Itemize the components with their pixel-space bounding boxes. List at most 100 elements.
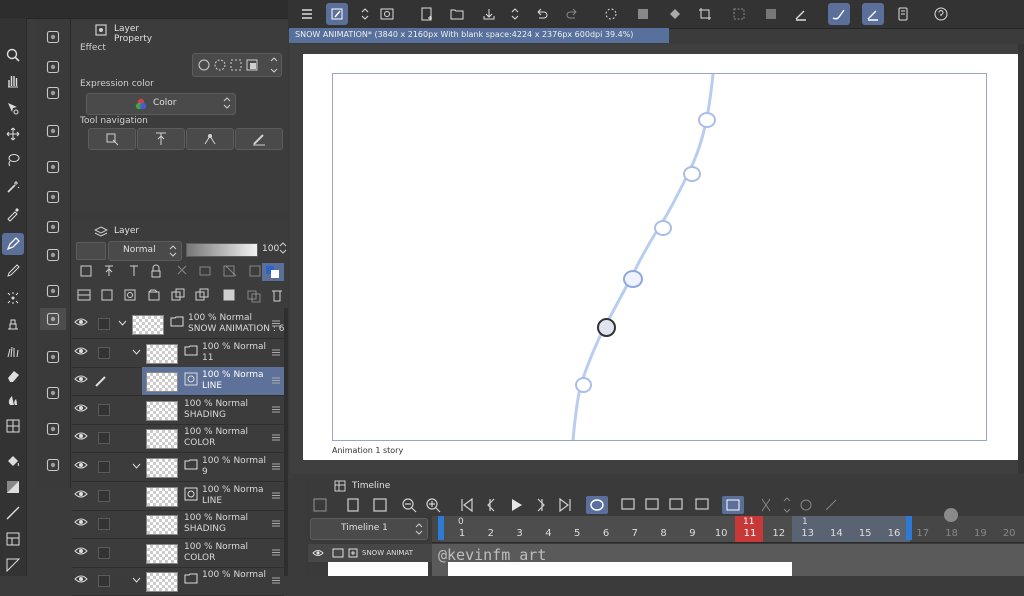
save-icon[interactable]: [478, 3, 500, 25]
frame-number[interactable]: 8: [654, 528, 674, 539]
layer-row[interactable]: 100 % Normal COLOR: [72, 424, 284, 454]
frame-number[interactable]: 19: [970, 528, 990, 539]
gradient-icon[interactable]: [2, 476, 24, 498]
tool-nav-pen-button[interactable]: [235, 128, 283, 150]
frame-number[interactable]: 2: [481, 528, 501, 539]
subtool-tab-4[interactable]: [40, 382, 66, 404]
track-expand-icon[interactable]: [348, 548, 358, 561]
frame-number[interactable]: 9: [682, 528, 702, 539]
grass-brush-icon[interactable]: [2, 340, 24, 362]
menu-icon[interactable]: [296, 3, 318, 25]
chevron-down-icon[interactable]: [118, 319, 127, 331]
frame-number[interactable]: 11: [740, 528, 760, 539]
layer-row[interactable]: 100 % Normal COLOR: [72, 539, 284, 568]
transform-icon[interactable]: [694, 3, 716, 25]
layer-tab[interactable]: Layer: [93, 224, 154, 240]
eye-icon[interactable]: [74, 516, 90, 530]
frame-number[interactable]: 7: [625, 528, 645, 539]
chevron-down-icon[interactable]: [132, 576, 141, 588]
ruler-frame-icon[interactable]: [2, 528, 24, 550]
drag-handle-icon[interactable]: [272, 434, 280, 444]
drag-handle-icon[interactable]: [272, 320, 280, 330]
subtool-icon-4[interactable]: [40, 120, 66, 142]
layer-lock-checkbox[interactable]: [98, 489, 110, 502]
effect-buttons[interactable]: [192, 53, 282, 77]
frame-number[interactable]: 12: [769, 528, 789, 539]
layer-lock-checkbox[interactable]: [98, 575, 110, 588]
opacity-slider[interactable]: [186, 243, 258, 257]
pencil-icon[interactable]: [2, 260, 24, 282]
frame-number[interactable]: 20: [999, 528, 1019, 539]
open-icon[interactable]: [446, 3, 468, 25]
brush-icon[interactable]: [828, 3, 850, 25]
frame-number[interactable]: 10: [711, 528, 731, 539]
layer-row-body[interactable]: 100 % Normal SNOW ANIMATION : 6: [114, 310, 285, 338]
drag-handle-icon[interactable]: [272, 463, 280, 473]
layer-lock-checkbox[interactable]: [98, 318, 110, 330]
fill-icon[interactable]: [664, 3, 686, 25]
tool-nav-object-button[interactable]: [88, 128, 136, 150]
zoom-icon[interactable]: [2, 44, 24, 66]
timeline-name-select[interactable]: Timeline 1: [310, 518, 428, 540]
updown-icon[interactable]: [354, 3, 376, 25]
selection2-icon[interactable]: [760, 3, 782, 25]
new-icon[interactable]: [416, 3, 438, 25]
vector-control-point[interactable]: [683, 166, 701, 182]
eye-icon[interactable]: [74, 488, 90, 502]
move-icon[interactable]: [2, 123, 24, 145]
layer-row[interactable]: 100 % Norma LINE: [72, 482, 284, 511]
erase-icon[interactable]: [632, 3, 654, 25]
eye-icon[interactable]: [312, 548, 324, 561]
drag-handle-icon[interactable]: [272, 349, 280, 359]
pen-icon[interactable]: [790, 3, 812, 25]
subtool-tab-6[interactable]: [40, 454, 66, 476]
drag-handle-icon[interactable]: [272, 520, 280, 530]
layer-lock-checkbox[interactable]: [98, 346, 110, 359]
redo-icon[interactable]: [562, 3, 584, 25]
frame-number[interactable]: 5: [567, 528, 587, 539]
subtool-icon-7[interactable]: [40, 216, 66, 238]
help-icon[interactable]: [930, 3, 952, 25]
eye-icon[interactable]: [74, 316, 90, 330]
lasso-icon[interactable]: [2, 149, 24, 171]
layer-row-body[interactable]: 100 % Normal COLOR: [142, 424, 284, 452]
eye-icon[interactable]: [74, 373, 90, 387]
eye-icon[interactable]: [376, 3, 398, 25]
undo-icon[interactable]: [530, 3, 552, 25]
timeline-tab[interactable]: Timeline: [334, 480, 394, 494]
expression-color-select[interactable]: Color: [86, 93, 236, 115]
device-icon[interactable]: [892, 3, 914, 25]
timeline-scroll-knob[interactable]: [944, 508, 958, 522]
vector-control-point[interactable]: [654, 220, 672, 236]
layer-row-body[interactable]: 100 % Normal SHADING: [142, 396, 284, 424]
loading-icon[interactable]: [600, 3, 622, 25]
vector-control-point[interactable]: [698, 112, 716, 128]
selection-icon[interactable]: [728, 3, 750, 25]
airbrush-icon[interactable]: [2, 287, 24, 309]
subtool-tab-pen[interactable]: [40, 280, 66, 302]
subtool-icon-1[interactable]: [40, 26, 66, 48]
drag-handle-icon[interactable]: [272, 492, 280, 502]
layer-row[interactable]: 100 % Normal SHADING: [72, 396, 284, 425]
frame-number[interactable]: 16: [884, 528, 904, 539]
frame-number[interactable]: 6: [596, 528, 616, 539]
canvas-scrollbar[interactable]: [1018, 44, 1024, 474]
layer-row-body[interactable]: 100 % Normal SHADING: [142, 510, 284, 538]
subtool-icon-6[interactable]: [40, 186, 66, 208]
layer-row[interactable]: 100 % Norma LINE: [72, 367, 284, 397]
frame-border-icon[interactable]: [2, 415, 24, 437]
drag-handle-icon[interactable]: [272, 406, 280, 416]
eye-icon[interactable]: [74, 573, 90, 587]
draw-icon[interactable]: [326, 3, 348, 25]
eyedropper-icon[interactable]: [2, 203, 24, 225]
blend-icon[interactable]: [2, 389, 24, 411]
updown-icon[interactable]: [504, 3, 526, 25]
vector-line-select-icon[interactable]: [2, 554, 24, 576]
frame-number[interactable]: 18: [942, 528, 962, 539]
subtool-tab-5[interactable]: [40, 418, 66, 440]
layer-lock-checkbox[interactable]: [98, 403, 110, 416]
layer-row-body[interactable]: 100 % Norma LINE: [142, 367, 284, 396]
subtool-icon-3[interactable]: [40, 82, 66, 104]
layer-row-body[interactable]: 100 % Normal COLOR: [142, 539, 284, 567]
layer-row[interactable]: 100 % Normal SHADING: [72, 510, 284, 540]
